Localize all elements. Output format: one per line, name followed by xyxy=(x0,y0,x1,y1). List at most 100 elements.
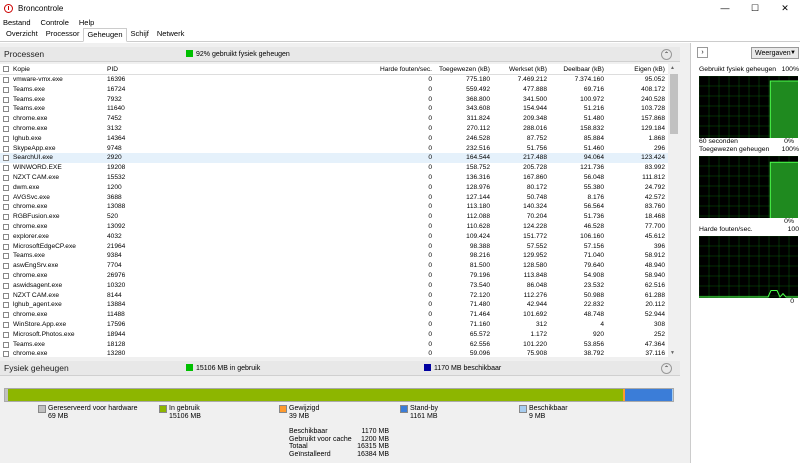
process-shareable: 51.216 xyxy=(583,105,604,113)
tab-overview[interactable]: Overzicht xyxy=(2,27,42,41)
row-checkbox[interactable] xyxy=(3,165,9,172)
table-row[interactable]: NZXT CAM.exe 8144 0 72.120 112.276 50.988 61.2… xyxy=(0,291,668,301)
row-checkbox[interactable] xyxy=(3,282,9,289)
table-row[interactable]: chrome.exe 13092 0 110.628 124.228 46.528 77.7… xyxy=(0,222,668,232)
column-header-image[interactable]: Kopie xyxy=(13,64,30,75)
row-checkbox[interactable] xyxy=(3,233,9,240)
row-checkbox[interactable] xyxy=(3,331,9,338)
processes-scrollbar[interactable]: ▲ ▼ xyxy=(668,64,680,357)
graph-fill xyxy=(770,162,798,218)
process-private: 296 xyxy=(653,144,665,152)
row-checkbox[interactable] xyxy=(3,253,9,260)
row-checkbox[interactable] xyxy=(3,351,9,357)
column-header-pid[interactable]: PID xyxy=(107,64,118,75)
table-row[interactable]: dwm.exe 1200 0 128.976 80.172 55.380 24.792 xyxy=(0,183,668,193)
table-row[interactable]: RGBFusion.exe 520 0 112.088 70.204 51.736 18.4… xyxy=(0,212,668,222)
table-row[interactable]: MicrosoftEdgeCP.exe 21964 0 98.388 57.552 57.… xyxy=(0,242,668,252)
process-private: 20.112 xyxy=(645,301,665,309)
row-checkbox[interactable] xyxy=(3,272,9,279)
menu-monitor[interactable]: Controle xyxy=(41,18,69,27)
process-shareable: 56.564 xyxy=(583,203,604,211)
row-checkbox[interactable] xyxy=(3,145,9,152)
tab-disk[interactable]: Schijf xyxy=(127,27,153,41)
memory-usage-bar xyxy=(4,388,674,402)
table-row[interactable]: chrome.exe 11488 0 71.464 101.692 48.748 52.94… xyxy=(0,310,668,320)
table-row[interactable]: AVGSvc.exe 3688 0 127.144 50.748 8.176 42.572 xyxy=(0,193,668,203)
process-private: 58.912 xyxy=(644,252,665,260)
row-checkbox[interactable] xyxy=(3,96,9,103)
column-header-hard-faults[interactable]: Harde fouten/sec. xyxy=(380,64,432,75)
views-dropdown[interactable]: Weergaven ▼ xyxy=(751,47,799,59)
process-name: WINWORD.EXE xyxy=(13,164,62,172)
table-row[interactable]: explorer.exe 4032 0 109.424 151.772 106.160 45… xyxy=(0,232,668,242)
table-row[interactable]: SearchUI.exe 2920 0 164.544 217.488 94.064 123… xyxy=(0,153,668,164)
row-checkbox[interactable] xyxy=(3,106,9,113)
close-button[interactable]: ✕ xyxy=(770,0,800,16)
process-name: lghub_agent.exe xyxy=(13,301,62,309)
table-row[interactable]: Teams.exe 7932 0 368.800 341.500 100.972 240.5… xyxy=(0,95,668,105)
row-checkbox[interactable] xyxy=(3,341,9,348)
menu-file[interactable]: Bestand xyxy=(3,18,31,27)
row-checkbox[interactable] xyxy=(3,125,9,132)
row-checkbox[interactable] xyxy=(3,243,9,250)
processes-header[interactable]: Processen 92% gebruikt fysiek geheugen ⌃ xyxy=(0,47,680,62)
legend-standby-label: Stand-by xyxy=(410,405,439,412)
table-row[interactable]: lghub_agent.exe 13884 0 71.480 42.944 22.832 2… xyxy=(0,300,668,310)
table-row[interactable]: NZXT CAM.exe 15532 0 136.316 167.860 56.048 11… xyxy=(0,173,668,183)
collapse-graphs-icon[interactable]: › xyxy=(697,47,708,58)
column-header-commit[interactable]: Toegewezen (kB) xyxy=(439,64,490,75)
row-checkbox[interactable] xyxy=(3,223,9,230)
process-private: 157.868 xyxy=(641,115,665,123)
table-row[interactable]: Teams.exe 11640 0 343.608 154.944 51.216 103.7… xyxy=(0,104,668,114)
collapse-processes-icon[interactable]: ⌃ xyxy=(661,49,672,60)
row-checkbox[interactable] xyxy=(3,135,9,142)
row-checkbox[interactable] xyxy=(3,263,9,270)
table-row[interactable]: SkypeApp.exe 9748 0 232.516 51.756 51.460 296 xyxy=(0,144,668,154)
select-all-checkbox[interactable] xyxy=(3,66,9,72)
collapse-physical-memory-icon[interactable]: ⌃ xyxy=(661,363,672,374)
table-row[interactable]: chrome.exe 13088 0 113.180 140.324 56.564 83.7… xyxy=(0,202,668,212)
column-header-private[interactable]: Eigen (kB) xyxy=(634,64,665,75)
process-hard-faults: 0 xyxy=(428,291,432,299)
table-row[interactable]: WINWORD.EXE 19208 0 158.752 205.728 121.736 83… xyxy=(0,163,668,173)
row-checkbox[interactable] xyxy=(3,174,9,181)
row-checkbox[interactable] xyxy=(3,214,9,221)
minimize-button[interactable]: — xyxy=(710,0,740,16)
row-checkbox[interactable] xyxy=(3,204,9,211)
tab-memory[interactable]: Geheugen xyxy=(83,28,127,42)
menu-help[interactable]: Help xyxy=(79,18,94,27)
row-checkbox[interactable] xyxy=(3,184,9,191)
table-row[interactable]: chrome.exe 13280 0 59.096 75.908 38.792 37.116 xyxy=(0,349,668,357)
row-checkbox[interactable] xyxy=(3,292,9,299)
row-checkbox[interactable] xyxy=(3,155,9,162)
table-row[interactable]: Teams.exe 18128 0 62.556 101.220 53.856 47.364 xyxy=(0,340,668,350)
row-checkbox[interactable] xyxy=(3,321,9,328)
table-row[interactable]: Teams.exe 9384 0 98.216 129.952 71.040 58.912 xyxy=(0,251,668,261)
row-checkbox[interactable] xyxy=(3,302,9,309)
tab-network[interactable]: Netwerk xyxy=(153,27,189,41)
scroll-down-icon[interactable]: ▼ xyxy=(670,350,675,356)
row-checkbox[interactable] xyxy=(3,194,9,201)
scroll-up-icon[interactable]: ▲ xyxy=(670,65,675,71)
table-row[interactable]: chrome.exe 7452 0 311.824 209.348 51.480 157.8… xyxy=(0,114,668,124)
table-row[interactable]: aswidsagent.exe 10320 0 73.540 86.048 23.532 6… xyxy=(0,281,668,291)
main-panel: Processen 92% gebruikt fysiek geheugen ⌃… xyxy=(0,43,690,463)
row-checkbox[interactable] xyxy=(3,77,9,83)
table-row[interactable]: lghub.exe 14364 0 246.528 87.752 85.884 1.868 xyxy=(0,134,668,144)
column-header-working-set[interactable]: Werkset (kB) xyxy=(509,64,547,75)
table-row[interactable]: Microsoft.Photos.exe 18944 0 65.572 1.172 920… xyxy=(0,330,668,340)
table-row[interactable]: WinStore.App.exe 17596 0 71.160 312 4 308 xyxy=(0,320,668,330)
table-row[interactable]: vmware-vmx.exe 16396 0 775.180 7.469.212 7.37… xyxy=(0,75,668,85)
row-checkbox[interactable] xyxy=(3,116,9,123)
table-row[interactable]: chrome.exe 26976 0 79.196 113.848 54.908 58.94… xyxy=(0,271,668,281)
tab-cpu[interactable]: Processor xyxy=(42,27,84,41)
row-checkbox[interactable] xyxy=(3,312,9,319)
table-row[interactable]: aswEngSrv.exe 7704 0 81.500 128.580 79.640 48.… xyxy=(0,261,668,271)
physical-memory-header[interactable]: Fysiek geheugen 15106 MB in gebruik 1170… xyxy=(0,361,680,376)
column-header-shareable[interactable]: Deelbaar (kB) xyxy=(563,64,604,75)
table-row[interactable]: Teams.exe 16724 0 559.492 477.888 69.716 408.1… xyxy=(0,85,668,95)
row-checkbox[interactable] xyxy=(3,86,9,93)
scrollbar-thumb[interactable] xyxy=(670,74,678,134)
maximize-button[interactable]: ☐ xyxy=(740,0,770,16)
table-row[interactable]: chrome.exe 3132 0 270.112 288.016 158.832 129.… xyxy=(0,124,668,134)
